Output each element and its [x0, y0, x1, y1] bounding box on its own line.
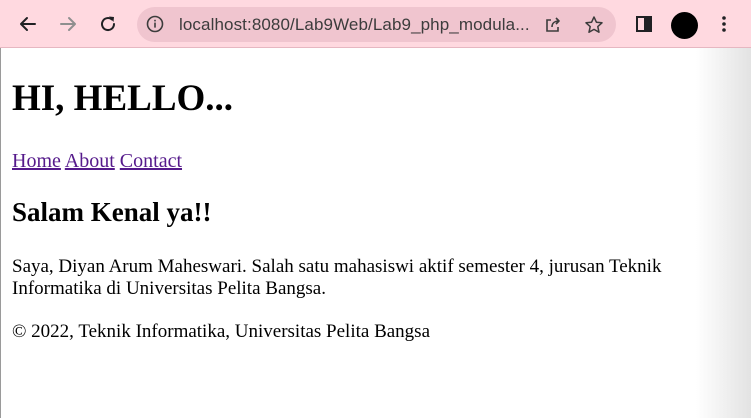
back-icon: [20, 17, 36, 31]
forward-button[interactable]: [52, 8, 84, 40]
share-icon[interactable]: [541, 13, 565, 37]
address-bar[interactable]: localhost:8080/Lab9Web/Lab9_php_modula..…: [137, 7, 616, 42]
menu-icon: [722, 16, 726, 32]
nav-link-about[interactable]: About: [65, 150, 115, 172]
menu-button[interactable]: [708, 8, 740, 40]
forward-icon: [60, 17, 76, 31]
nav-link-contact[interactable]: Contact: [120, 150, 182, 172]
star-icon[interactable]: [582, 13, 606, 37]
nav-menu: Home About Contact: [12, 148, 182, 174]
section-heading: Salam Kenal ya!!: [12, 197, 212, 227]
profile-avatar[interactable]: [671, 12, 698, 39]
scroll-shadow: [696, 48, 751, 418]
reload-button[interactable]: [92, 8, 124, 40]
info-icon[interactable]: [145, 14, 165, 34]
nav-link-home[interactable]: Home: [12, 150, 61, 172]
side-panel-icon: [636, 16, 652, 32]
footer-text: © 2022, Teknik Informatika, Universitas …: [12, 321, 431, 342]
reload-icon: [101, 16, 116, 32]
page-title: HI, HELLO...: [12, 78, 234, 119]
page-content: HI, HELLO... Home About Contact Salam Ke…: [0, 48, 751, 418]
intro-paragraph: Saya, Diyan Arum Maheswari. Salah satu m…: [12, 256, 662, 299]
browser-toolbar: localhost:8080/Lab9Web/Lab9_php_modula..…: [0, 0, 751, 48]
url-text[interactable]: localhost:8080/Lab9Web/Lab9_php_modula..…: [179, 7, 539, 42]
side-panel-button[interactable]: [628, 8, 660, 40]
back-button[interactable]: [12, 8, 44, 40]
